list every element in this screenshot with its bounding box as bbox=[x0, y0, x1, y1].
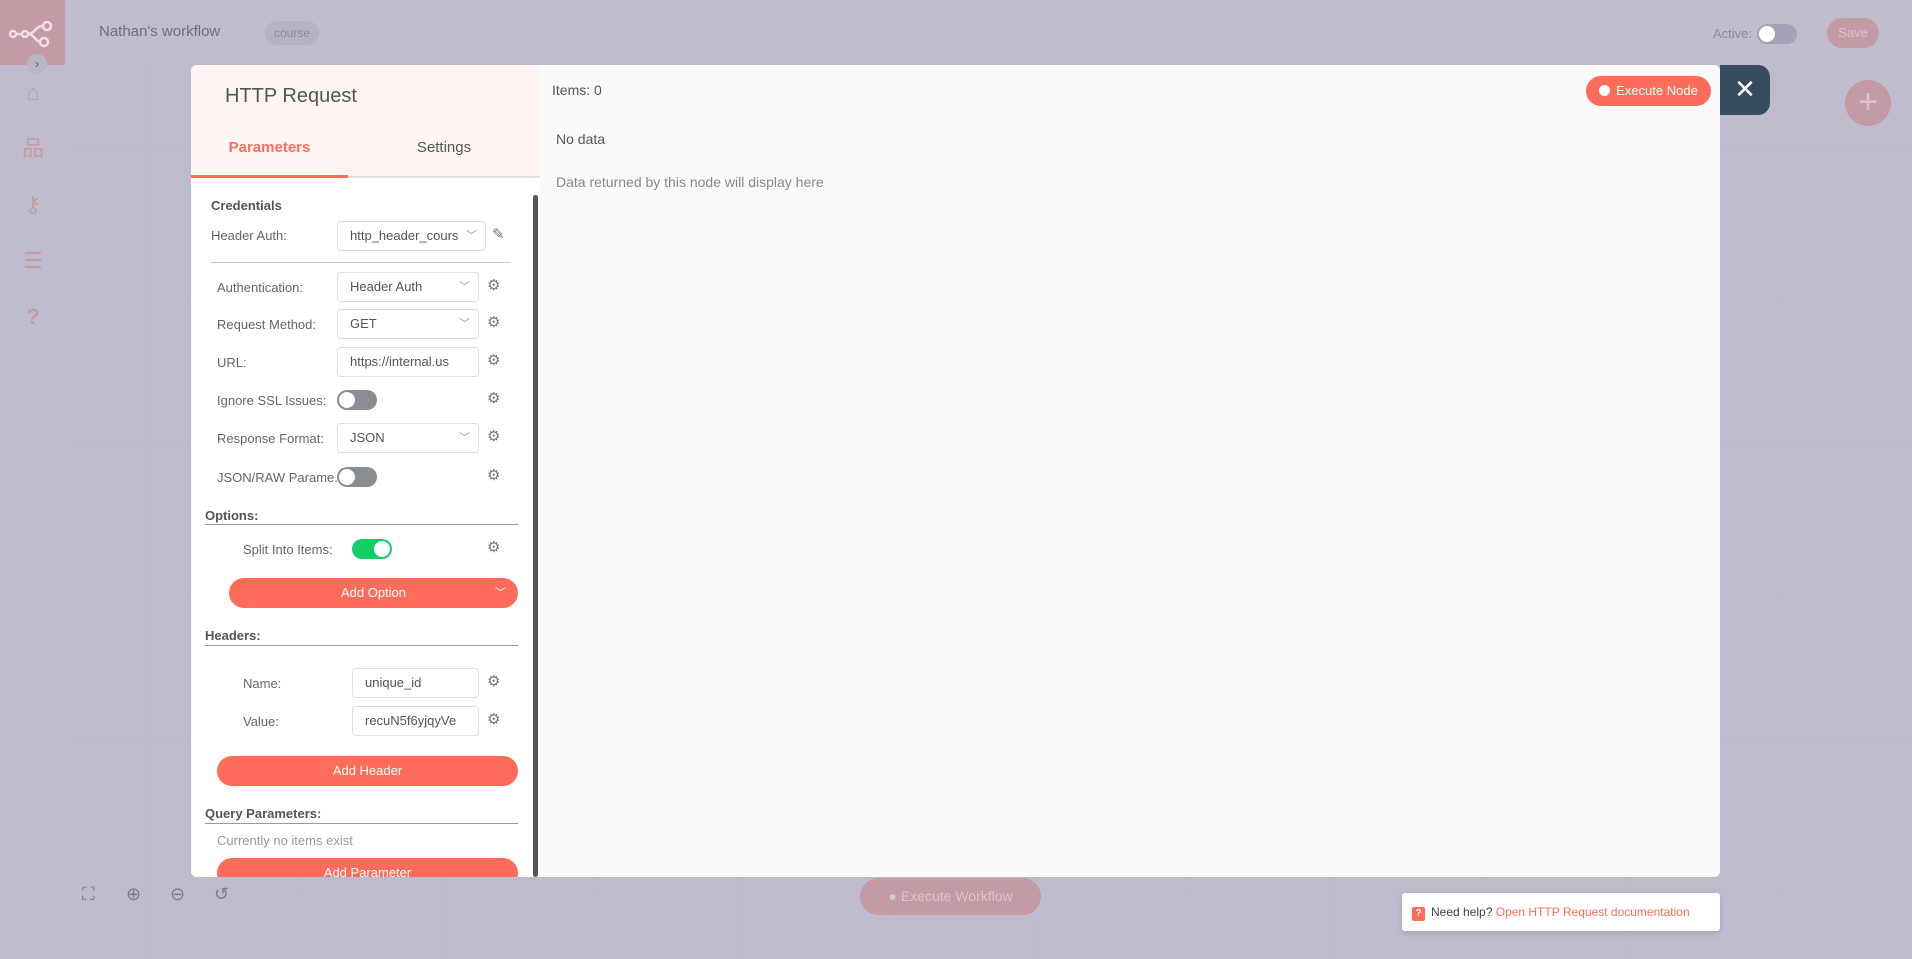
json-raw-label: JSON/RAW Parame... bbox=[217, 470, 346, 485]
node-title[interactable]: HTTP Request bbox=[225, 85, 357, 108]
zoom-in-icon[interactable]: ⊕ bbox=[126, 884, 141, 905]
query-empty-text: Currently no items exist bbox=[217, 833, 353, 848]
pencil-icon[interactable]: ✎ bbox=[492, 225, 505, 243]
add-option-button[interactable]: Add Option ﹀ bbox=[229, 578, 518, 608]
question-icon: ? bbox=[1412, 907, 1425, 921]
authentication-label: Authentication: bbox=[217, 280, 304, 295]
play-icon: ● bbox=[888, 888, 897, 904]
expand-chevron-icon[interactable]: › bbox=[27, 54, 47, 74]
gear-icon[interactable]: ⚙ bbox=[487, 313, 500, 331]
authentication-select[interactable]: Header Auth ﹀ bbox=[337, 272, 479, 302]
divider bbox=[205, 524, 518, 525]
fullscreen-icon[interactable]: ⛶ bbox=[82, 884, 95, 905]
documentation-link[interactable]: Open HTTP Request documentation bbox=[1496, 905, 1690, 919]
ignore-ssl-label: Ignore SSL Issues: bbox=[217, 393, 327, 408]
sidebar: › ⌂ 品 ⚷ ☰ ? bbox=[0, 0, 65, 959]
gear-icon[interactable]: ⚙ bbox=[487, 710, 500, 728]
active-label: Active: bbox=[1713, 26, 1753, 41]
list-check-icon[interactable]: ☰ bbox=[20, 248, 46, 274]
tab-parameters[interactable]: Parameters bbox=[191, 137, 348, 178]
request-method-select[interactable]: GET ﹀ bbox=[337, 309, 479, 339]
gear-icon[interactable]: ⚙ bbox=[487, 466, 500, 484]
gear-icon[interactable]: ⚙ bbox=[487, 672, 500, 690]
parameters-panel: HTTP Request Parameters Settings Credent… bbox=[191, 65, 540, 877]
request-method-label: Request Method: bbox=[217, 317, 317, 332]
add-parameter-button[interactable]: Add Parameter bbox=[217, 858, 518, 877]
add-header-button[interactable]: Add Header bbox=[217, 756, 518, 786]
gear-icon[interactable]: ⚙ bbox=[487, 389, 500, 407]
add-node-button[interactable]: + bbox=[1845, 80, 1891, 126]
divider bbox=[205, 645, 518, 646]
execute-workflow-button[interactable]: ● Execute Workflow bbox=[860, 878, 1041, 915]
active-toggle[interactable] bbox=[1757, 24, 1797, 44]
save-button[interactable]: Save bbox=[1827, 18, 1879, 48]
top-bar: Nathan's workflow course Active: Save bbox=[0, 0, 1912, 65]
help-box: ? Need help? Open HTTP Request documentat… bbox=[1402, 893, 1720, 931]
header-value-input[interactable]: recuN5f6yjqyVe bbox=[352, 706, 479, 736]
no-data-hint: Data returned by this node will display … bbox=[556, 174, 824, 190]
no-data-text: No data bbox=[556, 131, 606, 147]
scrollbar[interactable] bbox=[533, 195, 538, 877]
items-count: Items: 0 bbox=[552, 82, 602, 98]
credentials-heading: Credentials bbox=[211, 198, 282, 213]
zoom-out-icon[interactable]: ⊖ bbox=[170, 884, 185, 905]
panel-header: HTTP Request Parameters Settings bbox=[191, 65, 540, 178]
home-icon[interactable]: ⌂ bbox=[20, 80, 46, 106]
header-auth-select[interactable]: http_header_cours ﹀ bbox=[337, 221, 486, 251]
header-name-input[interactable]: unique_id bbox=[352, 668, 479, 698]
chevron-down-icon: ﹀ bbox=[495, 587, 506, 599]
help-prefix: Need help? bbox=[1431, 905, 1493, 919]
headers-heading: Headers: bbox=[205, 628, 261, 643]
play-icon bbox=[1599, 85, 1611, 96]
gear-icon[interactable]: ⚙ bbox=[487, 538, 500, 556]
header-auth-label: Header Auth: bbox=[211, 228, 287, 243]
gear-icon[interactable]: ⚙ bbox=[487, 351, 500, 369]
url-input[interactable]: https://internal.us bbox=[337, 347, 479, 377]
ignore-ssl-toggle[interactable] bbox=[337, 390, 377, 410]
options-heading: Options: bbox=[205, 508, 259, 523]
divider bbox=[205, 823, 518, 824]
tab-settings[interactable]: Settings bbox=[348, 137, 540, 178]
workflow-name[interactable]: Nathan's workflow bbox=[99, 23, 220, 40]
split-into-items-label: Split Into Items: bbox=[243, 542, 333, 557]
node-modal: HTTP Request Parameters Settings Credent… bbox=[191, 65, 1720, 877]
response-format-label: Response Format: bbox=[217, 431, 324, 446]
chevron-down-icon: ﹀ bbox=[459, 281, 470, 293]
json-raw-toggle[interactable] bbox=[337, 467, 377, 487]
chevron-down-icon: ﹀ bbox=[459, 318, 470, 330]
execute-node-button[interactable]: Execute Node bbox=[1586, 76, 1711, 106]
reset-zoom-icon[interactable]: ↺ bbox=[214, 884, 229, 905]
url-label: URL: bbox=[217, 355, 247, 370]
gear-icon[interactable]: ⚙ bbox=[487, 427, 500, 445]
key-icon[interactable]: ⚷ bbox=[20, 192, 46, 218]
response-format-select[interactable]: JSON ﹀ bbox=[337, 423, 479, 453]
tag-badge[interactable]: course bbox=[265, 21, 320, 45]
query-parameters-heading: Query Parameters: bbox=[205, 806, 322, 821]
question-icon[interactable]: ? bbox=[20, 304, 46, 330]
gear-icon[interactable]: ⚙ bbox=[487, 276, 500, 294]
divider bbox=[211, 262, 511, 263]
chevron-down-icon: ﹀ bbox=[466, 230, 477, 242]
split-into-items-toggle[interactable] bbox=[352, 539, 392, 559]
header-name-label: Name: bbox=[243, 676, 282, 691]
close-icon[interactable]: ✕ bbox=[1720, 65, 1770, 115]
network-icon[interactable]: 品 bbox=[20, 136, 46, 162]
header-value-label: Value: bbox=[243, 714, 279, 729]
chevron-down-icon: ﹀ bbox=[459, 432, 470, 444]
